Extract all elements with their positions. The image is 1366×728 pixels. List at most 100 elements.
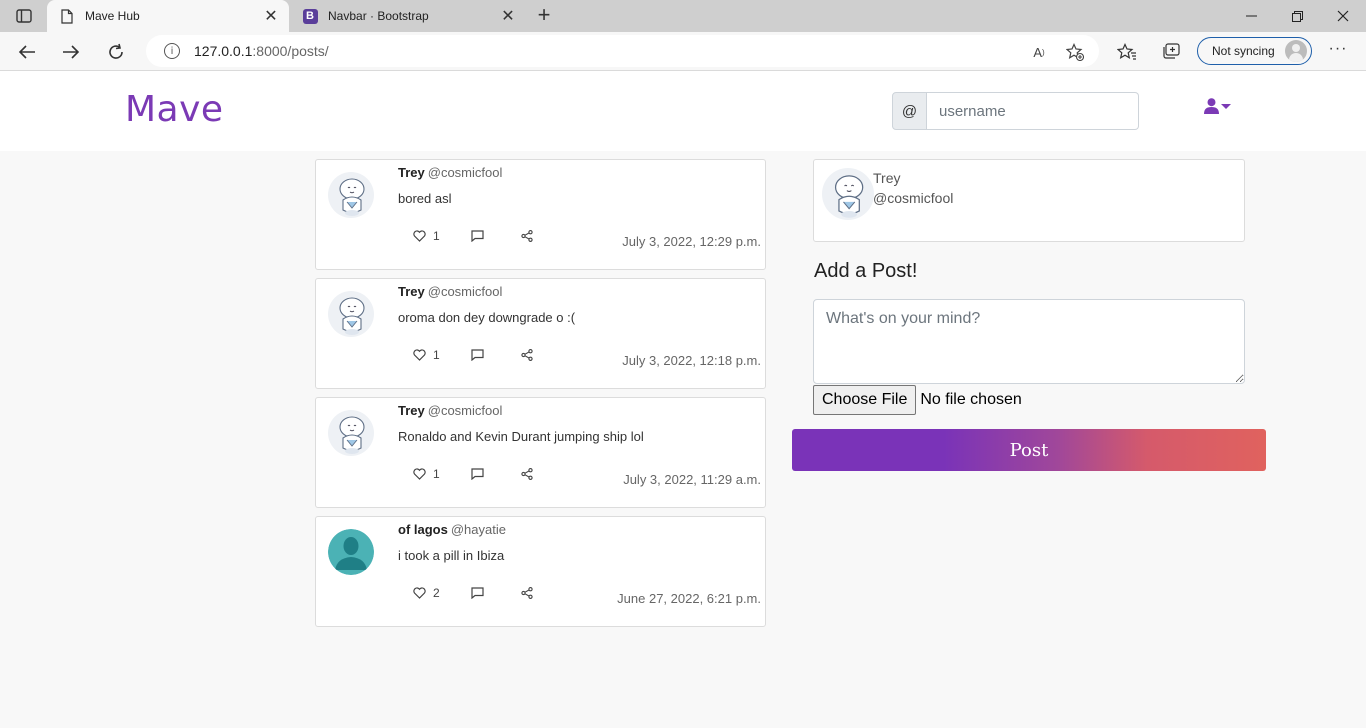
like-button[interactable]: 1 bbox=[413, 347, 440, 363]
post-text: oroma don dey downgrade o :( bbox=[398, 310, 576, 325]
post-actions: 2 bbox=[413, 585, 543, 601]
read-aloud-icon[interactable]: A) bbox=[1030, 43, 1048, 61]
post-card: Trey @cosmicfool bored asl 1 July 3, 2022… bbox=[315, 159, 766, 270]
favorites-icon[interactable] bbox=[1116, 41, 1138, 63]
post-card: Trey @cosmicfool oroma don dey downgrade … bbox=[315, 278, 766, 389]
author-handle[interactable]: @hayatie bbox=[451, 522, 506, 537]
restore-button[interactable] bbox=[1274, 0, 1320, 32]
post-timestamp: July 3, 2022, 12:18 p.m. bbox=[622, 353, 761, 368]
like-count: 2 bbox=[433, 586, 440, 600]
post-timestamp: July 3, 2022, 12:29 p.m. bbox=[622, 234, 761, 249]
add-favorite-icon[interactable] bbox=[1066, 43, 1084, 61]
heart-icon bbox=[413, 349, 426, 361]
share-button[interactable] bbox=[521, 347, 533, 363]
mascot-avatar-icon bbox=[328, 291, 374, 337]
share-icon bbox=[521, 587, 533, 599]
profile-handle[interactable]: @cosmicfool bbox=[873, 190, 953, 206]
post-actions: 1 bbox=[413, 228, 543, 244]
more-options-icon[interactable]: ··· bbox=[1327, 40, 1349, 62]
author-avatar[interactable] bbox=[328, 291, 374, 337]
user-search: @ bbox=[892, 92, 1139, 130]
comment-button[interactable] bbox=[471, 585, 484, 601]
post-textarea[interactable] bbox=[813, 299, 1245, 384]
brand-logo[interactable]: Mave bbox=[125, 89, 224, 130]
bootstrap-logo-icon: B bbox=[302, 8, 318, 24]
sync-label: Not syncing bbox=[1212, 44, 1275, 58]
forward-button[interactable] bbox=[58, 39, 84, 65]
user-menu-dropdown[interactable] bbox=[1204, 96, 1236, 116]
share-icon bbox=[521, 230, 533, 242]
like-button[interactable]: 2 bbox=[413, 585, 440, 601]
tab-mave-hub[interactable]: Mave Hub ✕ bbox=[47, 0, 289, 32]
username-search-input[interactable] bbox=[927, 92, 1139, 130]
like-count: 1 bbox=[433, 467, 440, 481]
url-text: 127.0.0.1:8000/posts/ bbox=[194, 43, 329, 59]
page-icon bbox=[59, 8, 75, 24]
site-info-icon[interactable]: i bbox=[164, 43, 180, 59]
chevron-down-icon bbox=[1221, 103, 1231, 109]
mascot-avatar-icon bbox=[328, 172, 374, 218]
profile-avatar-icon bbox=[1285, 40, 1307, 62]
collections-icon[interactable] bbox=[1160, 41, 1182, 63]
mascot-avatar-icon bbox=[822, 168, 874, 220]
post-author: Trey @cosmicfool bbox=[398, 165, 502, 180]
user-icon bbox=[1204, 98, 1219, 114]
author-handle[interactable]: @cosmicfool bbox=[428, 403, 503, 418]
minimize-button[interactable] bbox=[1228, 0, 1274, 32]
share-icon bbox=[521, 349, 533, 361]
profile-card: Trey @cosmicfool bbox=[813, 159, 1245, 242]
post-card: Trey @cosmicfool Ronaldo and Kevin Durant… bbox=[315, 397, 766, 508]
profile-avatar[interactable] bbox=[822, 168, 874, 220]
share-button[interactable] bbox=[521, 585, 533, 601]
author-avatar[interactable] bbox=[328, 410, 374, 456]
add-post-heading: Add a Post! bbox=[814, 260, 918, 282]
close-tab-icon[interactable]: ✕ bbox=[263, 8, 279, 25]
browser-tab-bar: Mave Hub ✕ B Navbar · Bootstrap ✕ + bbox=[0, 0, 1366, 32]
tab-navbar-bootstrap[interactable]: B Navbar · Bootstrap ✕ bbox=[290, 0, 526, 32]
post-text: i took a pill in Ibiza bbox=[398, 548, 505, 563]
default-user-avatar-icon bbox=[328, 529, 374, 575]
url-path: :8000/posts/ bbox=[252, 43, 329, 59]
back-button[interactable] bbox=[14, 39, 40, 65]
post-actions: 1 bbox=[413, 466, 543, 482]
profile-name[interactable]: Trey bbox=[873, 170, 900, 186]
share-button[interactable] bbox=[521, 466, 533, 482]
share-button[interactable] bbox=[521, 228, 533, 244]
profile-sync-button[interactable]: Not syncing bbox=[1197, 37, 1312, 65]
new-tab-button[interactable]: + bbox=[533, 4, 555, 26]
comment-button[interactable] bbox=[471, 347, 484, 363]
post-author: of lagos @hayatie bbox=[398, 522, 506, 537]
tab-actions-icon[interactable] bbox=[10, 6, 38, 26]
like-count: 1 bbox=[433, 229, 440, 243]
author-avatar[interactable] bbox=[328, 172, 374, 218]
heart-icon bbox=[413, 468, 426, 480]
author-handle[interactable]: @cosmicfool bbox=[428, 284, 503, 299]
comment-button[interactable] bbox=[471, 228, 484, 244]
like-button[interactable]: 1 bbox=[413, 466, 440, 482]
author-avatar[interactable] bbox=[328, 529, 374, 575]
author-name[interactable]: Trey bbox=[398, 165, 425, 180]
submit-post-button[interactable]: Post bbox=[792, 429, 1266, 471]
author-name[interactable]: Trey bbox=[398, 403, 425, 418]
heart-icon bbox=[413, 587, 426, 599]
comment-icon bbox=[471, 587, 484, 599]
tab-title: Navbar · Bootstrap bbox=[328, 9, 429, 23]
choose-file-button[interactable]: Choose File bbox=[813, 385, 917, 415]
address-bar[interactable]: i 127.0.0.1:8000/posts/ A) bbox=[146, 35, 1099, 67]
like-button[interactable]: 1 bbox=[413, 228, 440, 244]
close-window-button[interactable] bbox=[1320, 0, 1366, 32]
post-actions: 1 bbox=[413, 347, 543, 363]
comment-button[interactable] bbox=[471, 466, 484, 482]
post-text: Ronaldo and Kevin Durant jumping ship lo… bbox=[398, 429, 644, 444]
heart-icon bbox=[413, 230, 426, 242]
comment-icon bbox=[471, 230, 484, 242]
post-timestamp: July 3, 2022, 11:29 a.m. bbox=[623, 472, 761, 487]
refresh-button[interactable] bbox=[103, 39, 129, 65]
file-input: Choose File No file chosen bbox=[813, 385, 1022, 415]
author-name[interactable]: Trey bbox=[398, 284, 425, 299]
author-name[interactable]: of lagos bbox=[398, 522, 448, 537]
author-handle[interactable]: @cosmicfool bbox=[428, 165, 503, 180]
url-host: 127.0.0.1 bbox=[194, 43, 253, 59]
share-icon bbox=[521, 468, 533, 480]
close-tab-icon[interactable]: ✕ bbox=[500, 8, 516, 25]
